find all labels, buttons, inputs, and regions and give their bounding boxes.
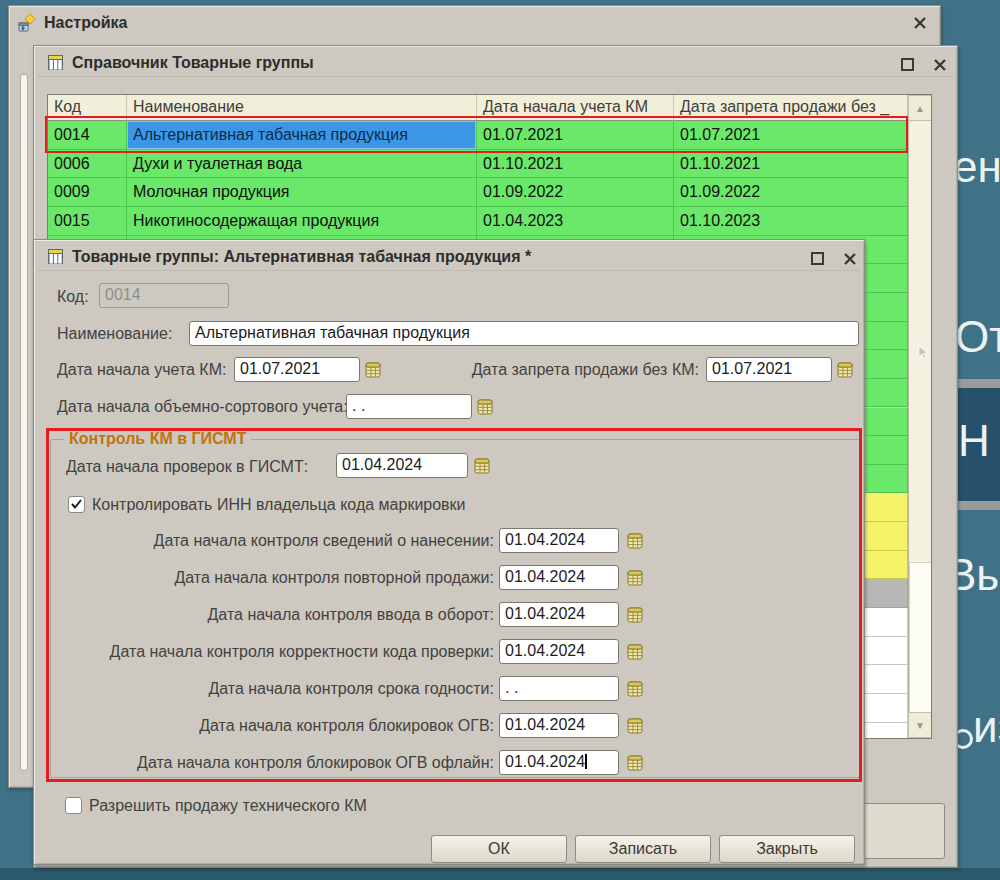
ok-button[interactable]: ОК [431, 835, 567, 863]
tech-km-checkbox[interactable] [65, 797, 82, 814]
scroll-up-button[interactable]: ▲ [908, 95, 932, 121]
calendar-button[interactable] [834, 359, 856, 380]
bg-text-fragment: ен [953, 142, 1000, 192]
calendar-button[interactable] [474, 396, 496, 417]
ban-date-field[interactable]: 01.07.2021 [706, 357, 832, 382]
bg-text-fragment: Н [958, 416, 990, 466]
bg-text-fragment: из [973, 702, 1000, 752]
desktop: ен От Н Вь из Настройка [0, 0, 1000, 880]
table-icon [47, 248, 64, 265]
bg-bottom-strip [0, 868, 1000, 880]
name-label: Наименование: [57, 325, 172, 343]
table-row[interactable]: 0009 Молочная продукция 01.09.2022 01.09… [48, 178, 908, 207]
table-row[interactable]: 0006 Духи и туалетная вода 01.10.2021 01… [48, 150, 908, 179]
ban-date-label: Дата запрета продажи без КМ: [421, 361, 699, 379]
close-icon[interactable] [911, 14, 929, 32]
table-icon [47, 54, 64, 71]
write-button[interactable]: Записать [575, 835, 711, 863]
code-field: 0014 [99, 283, 229, 308]
calendar-button[interactable] [362, 359, 384, 380]
catalog-titlebar: Справочник Товарные группы [37, 49, 954, 77]
catalog-title: Справочник Товарные группы [72, 54, 314, 72]
maximize-icon[interactable] [809, 250, 827, 268]
annotation-group-highlight [46, 428, 862, 782]
calendar-icon [477, 399, 493, 415]
code-label: Код: [57, 288, 89, 306]
scroll-down-button[interactable]: ▼ [908, 712, 932, 738]
calendar-icon [365, 362, 381, 378]
close-button[interactable]: Закрыть [719, 835, 855, 863]
splitter-handle[interactable] [20, 74, 28, 771]
close-icon[interactable] [931, 56, 949, 74]
annotation-row-highlight [45, 116, 908, 153]
start-date-label: Дата начала учета КМ: [57, 361, 226, 379]
close-icon[interactable] [841, 250, 859, 268]
tech-km-label: Разрешить продажу технического КМ [89, 797, 367, 815]
mouse-cursor [918, 345, 929, 360]
nastroyka-titlebar: Настройка [12, 9, 937, 36]
volume-date-field[interactable]: . . [346, 394, 472, 419]
calendar-icon [837, 362, 853, 378]
table-row[interactable]: 0015 Никотиносодержащая продукция 01.04.… [48, 207, 908, 236]
window-title: Настройка [44, 14, 127, 32]
name-field[interactable]: Альтернативная табачная продукция [189, 321, 859, 346]
form-icon [17, 13, 37, 33]
dialog-title: Товарные группы: Альтернативная табачная… [72, 248, 531, 266]
dialog-titlebar: Товарные группы: Альтернативная табачная… [37, 243, 861, 271]
maximize-icon[interactable] [899, 56, 917, 74]
volume-date-label: Дата начала объемно-сортового учета: [57, 398, 348, 416]
start-date-field[interactable]: 01.07.2021 [234, 357, 360, 382]
bg-text-fragment: От [955, 312, 1000, 362]
